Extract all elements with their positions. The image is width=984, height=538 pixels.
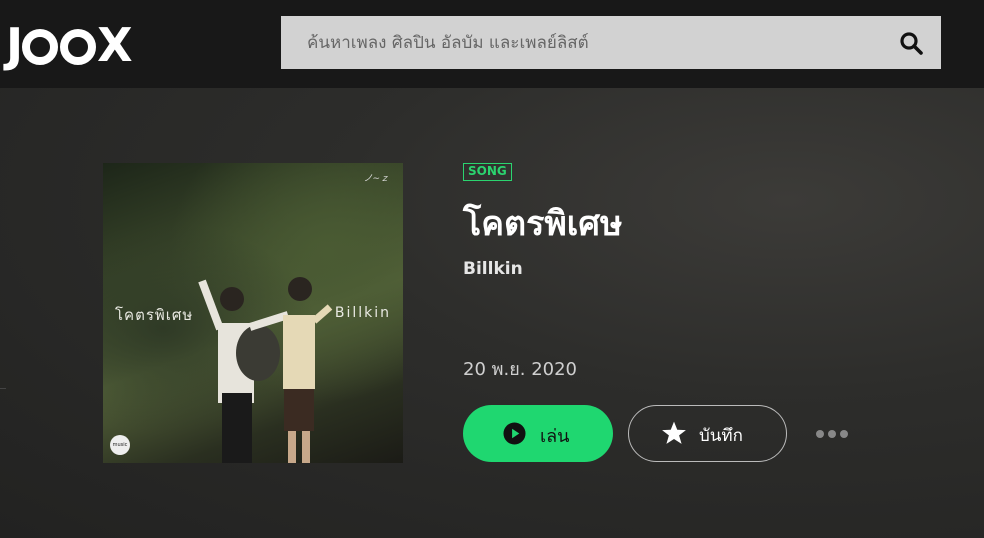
album-cover: ノ∼ｚ โคตรพิเศษ Billkin music — [103, 163, 403, 463]
play-button[interactable]: เล่น — [463, 405, 613, 462]
star-icon — [662, 421, 686, 444]
song-type-badge: SONG — [463, 163, 512, 181]
release-date: 20 พ.ย. 2020 — [463, 359, 578, 380]
search-input[interactable] — [281, 16, 881, 69]
divider — [0, 388, 6, 389]
search-bar — [281, 16, 941, 69]
save-label: บันทึก — [699, 426, 743, 446]
top-bar: JX — [0, 0, 984, 88]
play-icon — [503, 422, 526, 445]
label-logo: music — [110, 435, 130, 455]
joox-logo[interactable]: JX — [6, 22, 133, 68]
play-label: เล่น — [540, 426, 570, 447]
cover-signature: ノ∼ｚ — [363, 174, 389, 184]
cover-artist: Billkin — [334, 305, 391, 321]
song-title: โคตรพิเศษ — [463, 204, 623, 244]
cover-title: โคตรพิเศษ — [115, 306, 194, 324]
cover-figures — [198, 277, 333, 463]
save-button[interactable]: บันทึก — [628, 405, 787, 462]
more-options-icon[interactable] — [814, 426, 850, 440]
search-icon[interactable] — [899, 31, 923, 55]
artist-name[interactable]: Billkin — [463, 259, 523, 279]
